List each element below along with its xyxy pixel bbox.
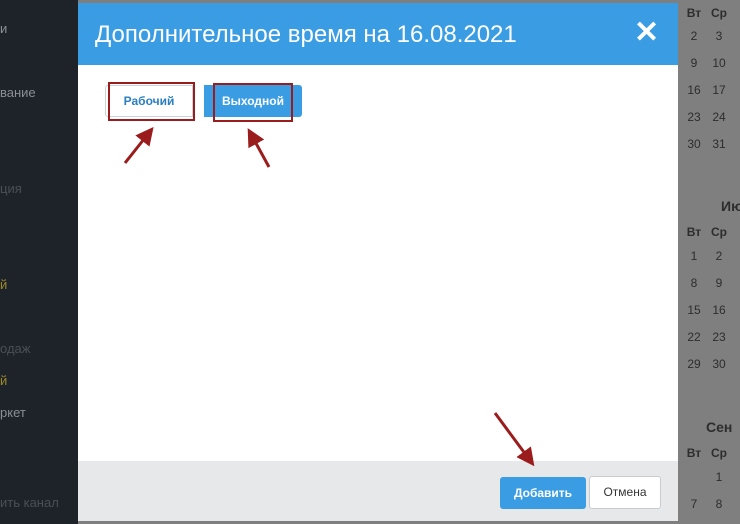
arrow-icon [493, 412, 535, 467]
arrow-icon [123, 126, 154, 164]
arrow-icon [247, 128, 271, 168]
annotation-arrows [123, 126, 535, 467]
